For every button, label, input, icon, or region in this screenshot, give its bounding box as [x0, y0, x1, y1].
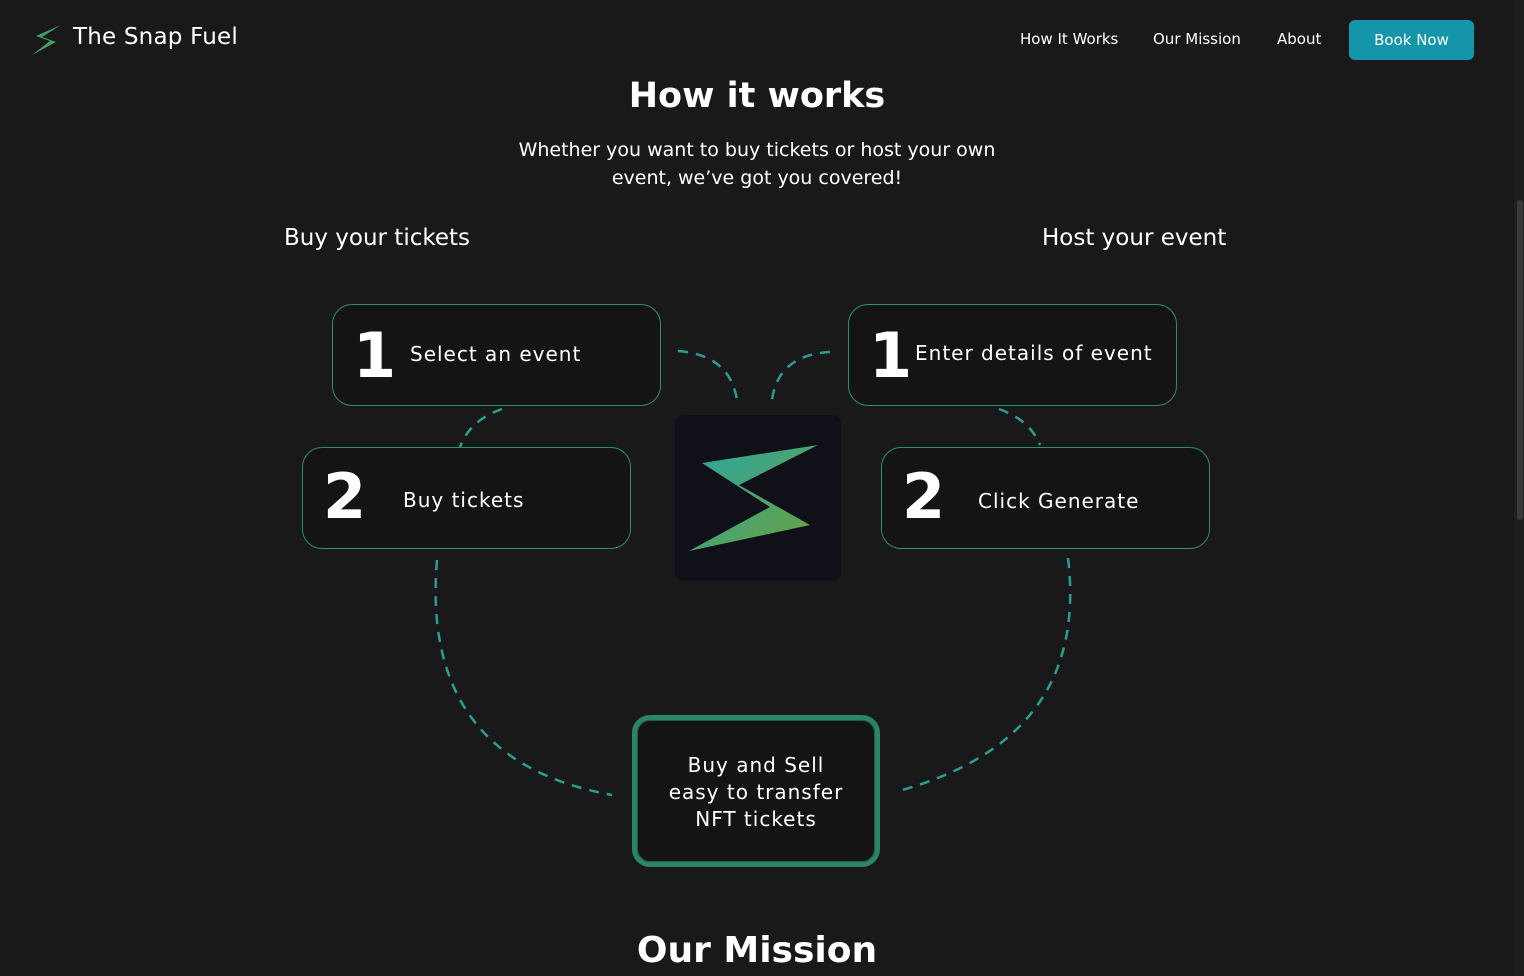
buy-step-1-card: 1 Select an event [332, 304, 661, 406]
buy-column-heading: Buy your tickets [284, 225, 471, 251]
final-line-3: NFT tickets [695, 807, 817, 831]
nav-link-about[interactable]: About [1277, 30, 1321, 48]
host-step-2-card: 2 Click Generate [881, 447, 1210, 549]
buy-step-2-card: 2 Buy tickets [302, 447, 631, 549]
host-step-2-label: Click Generate [978, 489, 1140, 513]
buy-step-1-label: Select an event [410, 342, 582, 366]
subtitle-line-2: event, we’ve got you covered! [611, 167, 903, 189]
host-step-1-label: Enter details of event [915, 341, 1153, 365]
nav-link-how-it-works[interactable]: How It Works [1020, 30, 1118, 48]
book-now-button[interactable]: Book Now [1349, 20, 1474, 60]
brand-name[interactable]: The Snap Fuel [73, 24, 238, 50]
center-lightning-logo-icon [689, 445, 818, 551]
lightning-logo-icon[interactable] [30, 24, 62, 56]
connector-host-1-to-logo [770, 350, 831, 401]
our-mission-title: Our Mission [636, 930, 878, 971]
section-subtitle: Whether you want to buy tickets or host … [0, 136, 1514, 192]
center-logo-tile [675, 415, 841, 581]
connector-host-2-to-final [894, 557, 1072, 794]
host-step-1-number: 1 [869, 319, 913, 392]
connector-buy-1-to-logo [677, 349, 739, 401]
nav-link-our-mission[interactable]: Our Mission [1153, 30, 1241, 48]
final-line-2: easy to transfer [668, 780, 844, 804]
subtitle-line-1: Whether you want to buy tickets or host … [518, 139, 996, 161]
final-step-card: Buy and Sell easy to transfer NFT ticket… [632, 715, 880, 867]
connector-host-1-to-2 [998, 407, 1042, 446]
host-step-1-card: 1 Enter details of event [848, 304, 1177, 406]
buy-step-2-label: Buy tickets [403, 488, 525, 512]
buy-step-1-number: 1 [353, 319, 397, 392]
host-step-2-number: 2 [902, 460, 946, 533]
connector-buy-2-to-final [434, 559, 613, 797]
host-column-heading: Host your event [1042, 225, 1227, 251]
connector-buy-1-to-2 [458, 407, 503, 448]
buy-step-2-number: 2 [323, 460, 367, 533]
scrollbar-thumb[interactable] [1517, 200, 1523, 520]
section-title: How it works [628, 76, 886, 116]
final-line-1: Buy and Sell [687, 753, 825, 777]
